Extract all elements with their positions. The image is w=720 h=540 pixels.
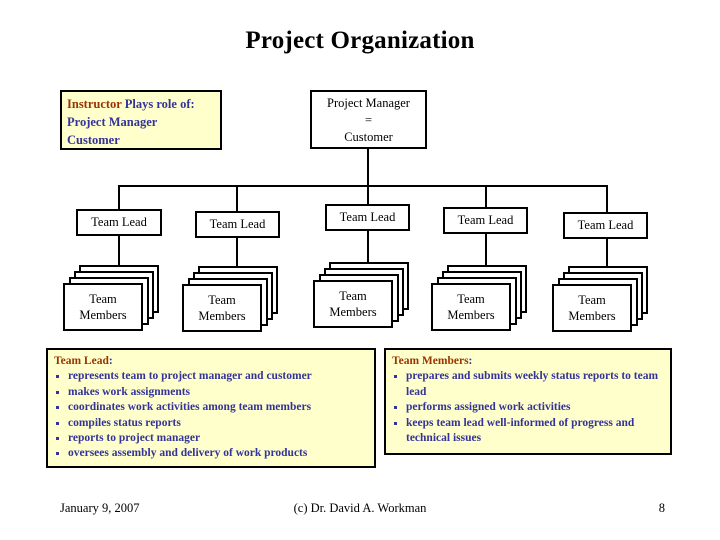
team-members-responsibilities-box: Team Members: prepares and submits weekl… xyxy=(384,348,672,455)
square-bullet-icon xyxy=(56,406,59,410)
team-lead-box-5: Team Lead xyxy=(563,212,648,239)
instructor-keyword: Instructor xyxy=(67,97,122,111)
list-item: keeps team lead well-informed of progres… xyxy=(392,416,664,447)
list-item: coordinates work activities among team m… xyxy=(54,400,368,415)
list-item-text: oversees assembly and delivery of work p… xyxy=(68,447,308,460)
project-manager-line-3: Customer xyxy=(344,130,393,144)
team-lead-label-5: Team Lead xyxy=(577,218,634,233)
team-members-stack-5: Team Members xyxy=(552,266,648,332)
slide-canvas: Project Organization Instructor Plays ro… xyxy=(0,0,720,540)
connector-team-lead-4-to-members xyxy=(485,234,487,265)
team-lead-label-1: Team Lead xyxy=(91,215,147,230)
stack-sheet-front: Team Members xyxy=(63,283,143,331)
connector-bus-to-team-lead-5 xyxy=(606,185,608,214)
team-lead-responsibilities-box: Team Lead: represents team to project ma… xyxy=(46,348,376,468)
connector-team-lead-2-to-members xyxy=(236,238,238,266)
team-lead-responsibilities-list: represents team to project manager and c… xyxy=(54,369,368,461)
square-bullet-icon xyxy=(56,437,59,441)
team-members-role-title-colon: : xyxy=(468,355,473,367)
project-manager-box: Project Manager = Customer xyxy=(310,90,427,149)
project-manager-line-1: Project Manager xyxy=(327,96,410,110)
square-bullet-icon xyxy=(56,452,59,456)
team-members-responsibilities-list: prepares and submits weekly status repor… xyxy=(392,369,664,446)
instructor-plays-role-text: Plays role of: xyxy=(121,97,195,111)
list-item-text: reports to project manager xyxy=(68,432,201,445)
connector-bus-to-team-lead-2 xyxy=(236,185,238,212)
team-members-stack-3: Team Members xyxy=(313,262,409,328)
team-members-stack-2: Team Members xyxy=(182,266,278,332)
team-lead-label-2: Team Lead xyxy=(209,217,266,232)
team-members-label-1-line2: Members xyxy=(79,308,127,322)
list-item-text: performs assigned work activities xyxy=(406,401,571,414)
stack-sheet-front: Team Members xyxy=(313,280,393,328)
list-item: performs assigned work activities xyxy=(392,400,664,415)
team-members-label-5-line2: Members xyxy=(568,309,616,323)
instructor-legend-line-1: Instructor Plays role of: xyxy=(67,95,220,113)
team-lead-responsibilities-title: Team Lead: xyxy=(54,354,368,369)
list-item: prepares and submits weekly status repor… xyxy=(392,369,664,400)
list-item-text: represents team to project manager and c… xyxy=(68,370,312,383)
team-lead-box-1: Team Lead xyxy=(76,209,162,236)
team-members-label-3-line2: Members xyxy=(329,305,377,319)
instructor-legend-line-3: Customer xyxy=(67,133,120,147)
project-manager-equals: = xyxy=(364,113,373,127)
team-members-stack-1: Team Members xyxy=(63,265,159,331)
square-bullet-icon xyxy=(56,390,59,394)
stack-sheet-front: Team Members xyxy=(552,284,632,332)
square-bullet-icon xyxy=(56,375,59,379)
team-lead-box-4: Team Lead xyxy=(443,207,528,234)
square-bullet-icon xyxy=(394,375,397,379)
list-item-text: compiles status reports xyxy=(68,416,181,429)
connector-bus-to-team-lead-4 xyxy=(485,185,487,208)
connector-pm-to-bus xyxy=(367,149,369,187)
team-members-label-5-line1: Team xyxy=(578,293,606,307)
square-bullet-icon xyxy=(394,421,397,425)
team-members-responsibilities-title: Team Members: xyxy=(392,354,664,369)
stack-sheet-front: Team Members xyxy=(431,283,511,331)
page-title: Project Organization xyxy=(245,27,475,54)
stack-sheet-front: Team Members xyxy=(182,284,262,332)
connector-team-lead-5-to-members xyxy=(606,239,608,266)
team-members-stack-4: Team Members xyxy=(431,265,527,331)
team-members-label-3-line1: Team xyxy=(339,289,367,303)
list-item: represents team to project manager and c… xyxy=(54,369,368,384)
team-members-label-2-line2: Members xyxy=(198,309,246,323)
list-item-text: prepares and submits weekly status repor… xyxy=(406,370,659,398)
connector-bus-to-team-lead-3 xyxy=(367,185,369,205)
team-members-label-4-line1: Team xyxy=(457,292,485,306)
team-members-label-1-line1: Team xyxy=(89,292,117,306)
list-item: oversees assembly and delivery of work p… xyxy=(54,446,368,461)
team-lead-label-4: Team Lead xyxy=(457,213,514,228)
connector-horizontal-bus xyxy=(118,185,608,187)
square-bullet-icon xyxy=(56,421,59,425)
instructor-legend-line-2: Project Manager xyxy=(67,115,158,129)
connector-team-lead-1-to-members xyxy=(118,236,120,266)
list-item-text: makes work assignments xyxy=(68,385,191,398)
list-item: compiles status reports xyxy=(54,416,368,431)
instructor-legend-box: Instructor Plays role of: Project Manage… xyxy=(60,90,222,150)
footer-page-number: 8 xyxy=(658,501,665,515)
list-item-text: coordinates work activities among team m… xyxy=(68,401,312,414)
team-lead-box-2: Team Lead xyxy=(195,211,280,238)
team-members-label-2-line1: Team xyxy=(208,293,236,307)
list-item: reports to project manager xyxy=(54,431,368,446)
team-lead-role-title-colon: : xyxy=(108,355,113,367)
team-members-role-title-text: Team Members xyxy=(392,355,469,367)
team-lead-box-3: Team Lead xyxy=(325,204,410,231)
list-item-text: keeps team lead well-informed of progres… xyxy=(406,416,635,445)
team-lead-label-3: Team Lead xyxy=(339,210,396,225)
list-item: makes work assignments xyxy=(54,385,368,400)
square-bullet-icon xyxy=(394,406,397,410)
team-lead-role-title-text: Team Lead xyxy=(54,355,109,367)
connector-bus-to-team-lead-1 xyxy=(118,185,120,210)
connector-team-lead-3-to-members xyxy=(367,231,369,263)
team-members-label-4-line2: Members xyxy=(447,308,495,322)
